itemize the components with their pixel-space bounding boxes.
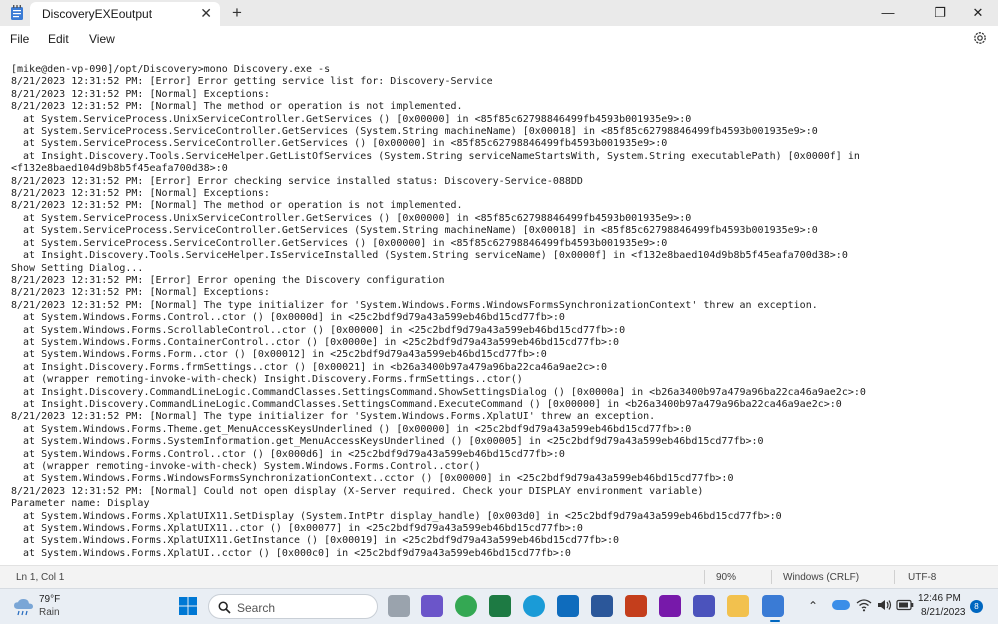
log-line: at (wrapper remoting-invoke-with-check) … — [11, 374, 523, 386]
task-view-icon[interactable] — [388, 595, 410, 617]
log-line: at System.Windows.Forms.XplatUIX11..ctor… — [11, 523, 583, 535]
teams-icon[interactable] — [693, 595, 715, 617]
log-line: at Insight.Discovery.Tools.ServiceHelper… — [11, 250, 848, 262]
onenote-icon[interactable] — [659, 595, 681, 617]
status-divider — [704, 570, 705, 584]
taskbar: 79°F Rain Search ⌃ 12:46 PM 8/21/2023 8 — [0, 588, 998, 624]
log-line: 8/21/2023 12:31:52 PM: [Normal] The type… — [11, 411, 656, 423]
log-line: at (wrapper remoting-invoke-with-check) … — [11, 461, 481, 472]
log-line: at System.Windows.Forms.XplatUIX11.GetIn… — [11, 535, 620, 547]
start-windows-icon[interactable] — [178, 596, 198, 616]
close-window-button[interactable]: ✕ — [958, 2, 998, 24]
log-line: 8/21/2023 12:31:52 PM: [Normal] Exceptio… — [11, 88, 270, 100]
log-line: at Insight.Discovery.Tools.ServiceHelper… — [11, 150, 860, 162]
file-explorer-icon[interactable] — [727, 595, 749, 617]
onedrive-icon[interactable] — [832, 600, 850, 610]
title-bar: DiscoveryEXEoutput ✕ + — ❐ ✕ — [0, 0, 998, 26]
excel-icon[interactable] — [489, 595, 511, 617]
notepad-app-icon — [11, 5, 23, 20]
editor-text: [mike@den-vp-090]/opt/Discovery>mono Dis… — [11, 64, 866, 560]
notepad-taskbar-icon[interactable] — [762, 595, 784, 617]
menu-bar: File Edit View — [0, 26, 998, 52]
wifi-icon[interactable] — [856, 598, 872, 612]
chrome-icon[interactable] — [455, 595, 477, 617]
log-line: 8/21/2023 12:31:52 PM: [Normal] The meth… — [11, 101, 463, 113]
minimize-button[interactable]: — — [868, 2, 908, 24]
volume-icon[interactable] — [876, 598, 892, 612]
edge-icon[interactable] — [523, 595, 545, 617]
log-line: at System.ServiceProcess.ServiceControll… — [11, 126, 818, 138]
teams-chat-icon[interactable] — [421, 595, 443, 617]
log-line: 8/21/2023 12:31:52 PM: [Normal] Could no… — [11, 485, 704, 497]
log-line: Show Setting Dialog... — [11, 262, 144, 274]
maximize-button[interactable]: ❐ — [920, 2, 960, 24]
log-line: at System.Windows.Forms.ScrollableContro… — [11, 324, 626, 336]
notepad-window: DiscoveryEXEoutput ✕ + — ❐ ✕ File Edit V… — [0, 0, 998, 588]
line-ending[interactable]: Windows (CRLF) — [783, 572, 859, 583]
taskbar-search[interactable]: Search — [208, 594, 378, 619]
log-line: at System.Windows.Forms.ContainerControl… — [11, 336, 620, 348]
log-line: [mike@den-vp-090]/opt/Discovery>mono Dis… — [11, 64, 331, 75]
clock-date[interactable]: 8/21/2023 — [921, 607, 966, 618]
search-icon — [218, 601, 231, 614]
chevron-up-icon[interactable]: ⌃ — [808, 599, 818, 613]
log-line: at Insight.Discovery.Forms.frmSettings..… — [11, 361, 608, 373]
log-line: 8/21/2023 12:31:52 PM: [Error] Error ope… — [11, 274, 445, 286]
log-line: at System.Windows.Forms.Form..ctor () [0… — [11, 349, 547, 361]
log-line: 8/21/2023 12:31:52 PM: [Normal] The type… — [11, 299, 818, 311]
active-app-indicator — [770, 620, 780, 622]
outlook-icon[interactable] — [557, 595, 579, 617]
log-line: 8/21/2023 12:31:52 PM: [Error] Error che… — [11, 175, 583, 187]
log-line: 8/21/2023 12:31:52 PM: [Normal] Exceptio… — [11, 188, 270, 200]
log-line: at System.Windows.Forms.Control..ctor ()… — [11, 312, 565, 324]
log-line: at System.ServiceProcess.ServiceControll… — [11, 225, 818, 237]
notification-badge[interactable]: 8 — [970, 600, 983, 613]
new-tab-button[interactable]: + — [232, 3, 242, 23]
powerpoint-icon[interactable] — [625, 595, 647, 617]
log-line: at System.Windows.Forms.WindowsFormsSync… — [11, 473, 734, 485]
status-divider — [894, 570, 895, 584]
document-tab[interactable]: DiscoveryEXEoutput ✕ — [30, 2, 220, 26]
log-line: Parameter name: Display — [11, 498, 150, 510]
menu-view[interactable]: View — [89, 32, 115, 46]
log-line: at System.Windows.Forms.Control..ctor ()… — [11, 448, 565, 460]
log-line: at System.ServiceProcess.UnixServiceCont… — [11, 212, 692, 224]
log-line: at System.ServiceProcess.UnixServiceCont… — [11, 113, 692, 125]
log-line: at System.ServiceProcess.ServiceControll… — [11, 138, 668, 150]
weather-temperature[interactable]: 79°F — [39, 594, 60, 605]
log-line: <f132e8baed104d9b8b5f45eafa700d38>:0 — [11, 163, 228, 175]
tab-title: DiscoveryEXEoutput — [42, 7, 153, 21]
clock-time[interactable]: 12:46 PM — [918, 593, 961, 604]
status-bar: Ln 1, Col 1 90% Windows (CRLF) UTF-8 — [0, 565, 998, 588]
encoding[interactable]: UTF-8 — [908, 572, 936, 583]
log-line: at Insight.Discovery.CommandLineLogic.Co… — [11, 398, 842, 410]
weather-rain-icon[interactable] — [12, 597, 36, 617]
status-divider — [771, 570, 772, 584]
log-line: 8/21/2023 12:31:52 PM: [Normal] The meth… — [11, 200, 463, 212]
log-line: 8/21/2023 12:31:52 PM: [Normal] Exceptio… — [11, 287, 270, 299]
log-line: at System.ServiceProcess.ServiceControll… — [11, 237, 668, 249]
zoom-level[interactable]: 90% — [716, 572, 736, 583]
battery-icon[interactable] — [896, 599, 914, 611]
menu-file[interactable]: File — [10, 32, 29, 46]
log-line: at System.Windows.Forms.XplatUIX11.SetDi… — [11, 510, 782, 522]
text-editor[interactable]: [mike@den-vp-090]/opt/Discovery>mono Dis… — [0, 52, 998, 565]
log-line: at System.Windows.Forms.SystemInformatio… — [11, 436, 764, 448]
menu-edit[interactable]: Edit — [48, 32, 69, 46]
log-line: at System.Windows.Forms.XplatUI..cctor (… — [11, 547, 571, 559]
search-label: Search — [237, 601, 276, 615]
close-tab-icon[interactable]: ✕ — [200, 5, 212, 22]
weather-description[interactable]: Rain — [39, 607, 60, 618]
log-line: at Insight.Discovery.CommandLineLogic.Co… — [11, 386, 866, 398]
cursor-position: Ln 1, Col 1 — [16, 572, 65, 583]
log-line: 8/21/2023 12:31:52 PM: [Error] Error get… — [11, 76, 493, 88]
word-icon[interactable] — [591, 595, 613, 617]
log-line: at System.Windows.Forms.Theme.get_MenuAc… — [11, 423, 692, 435]
settings-gear-icon[interactable] — [972, 30, 988, 46]
